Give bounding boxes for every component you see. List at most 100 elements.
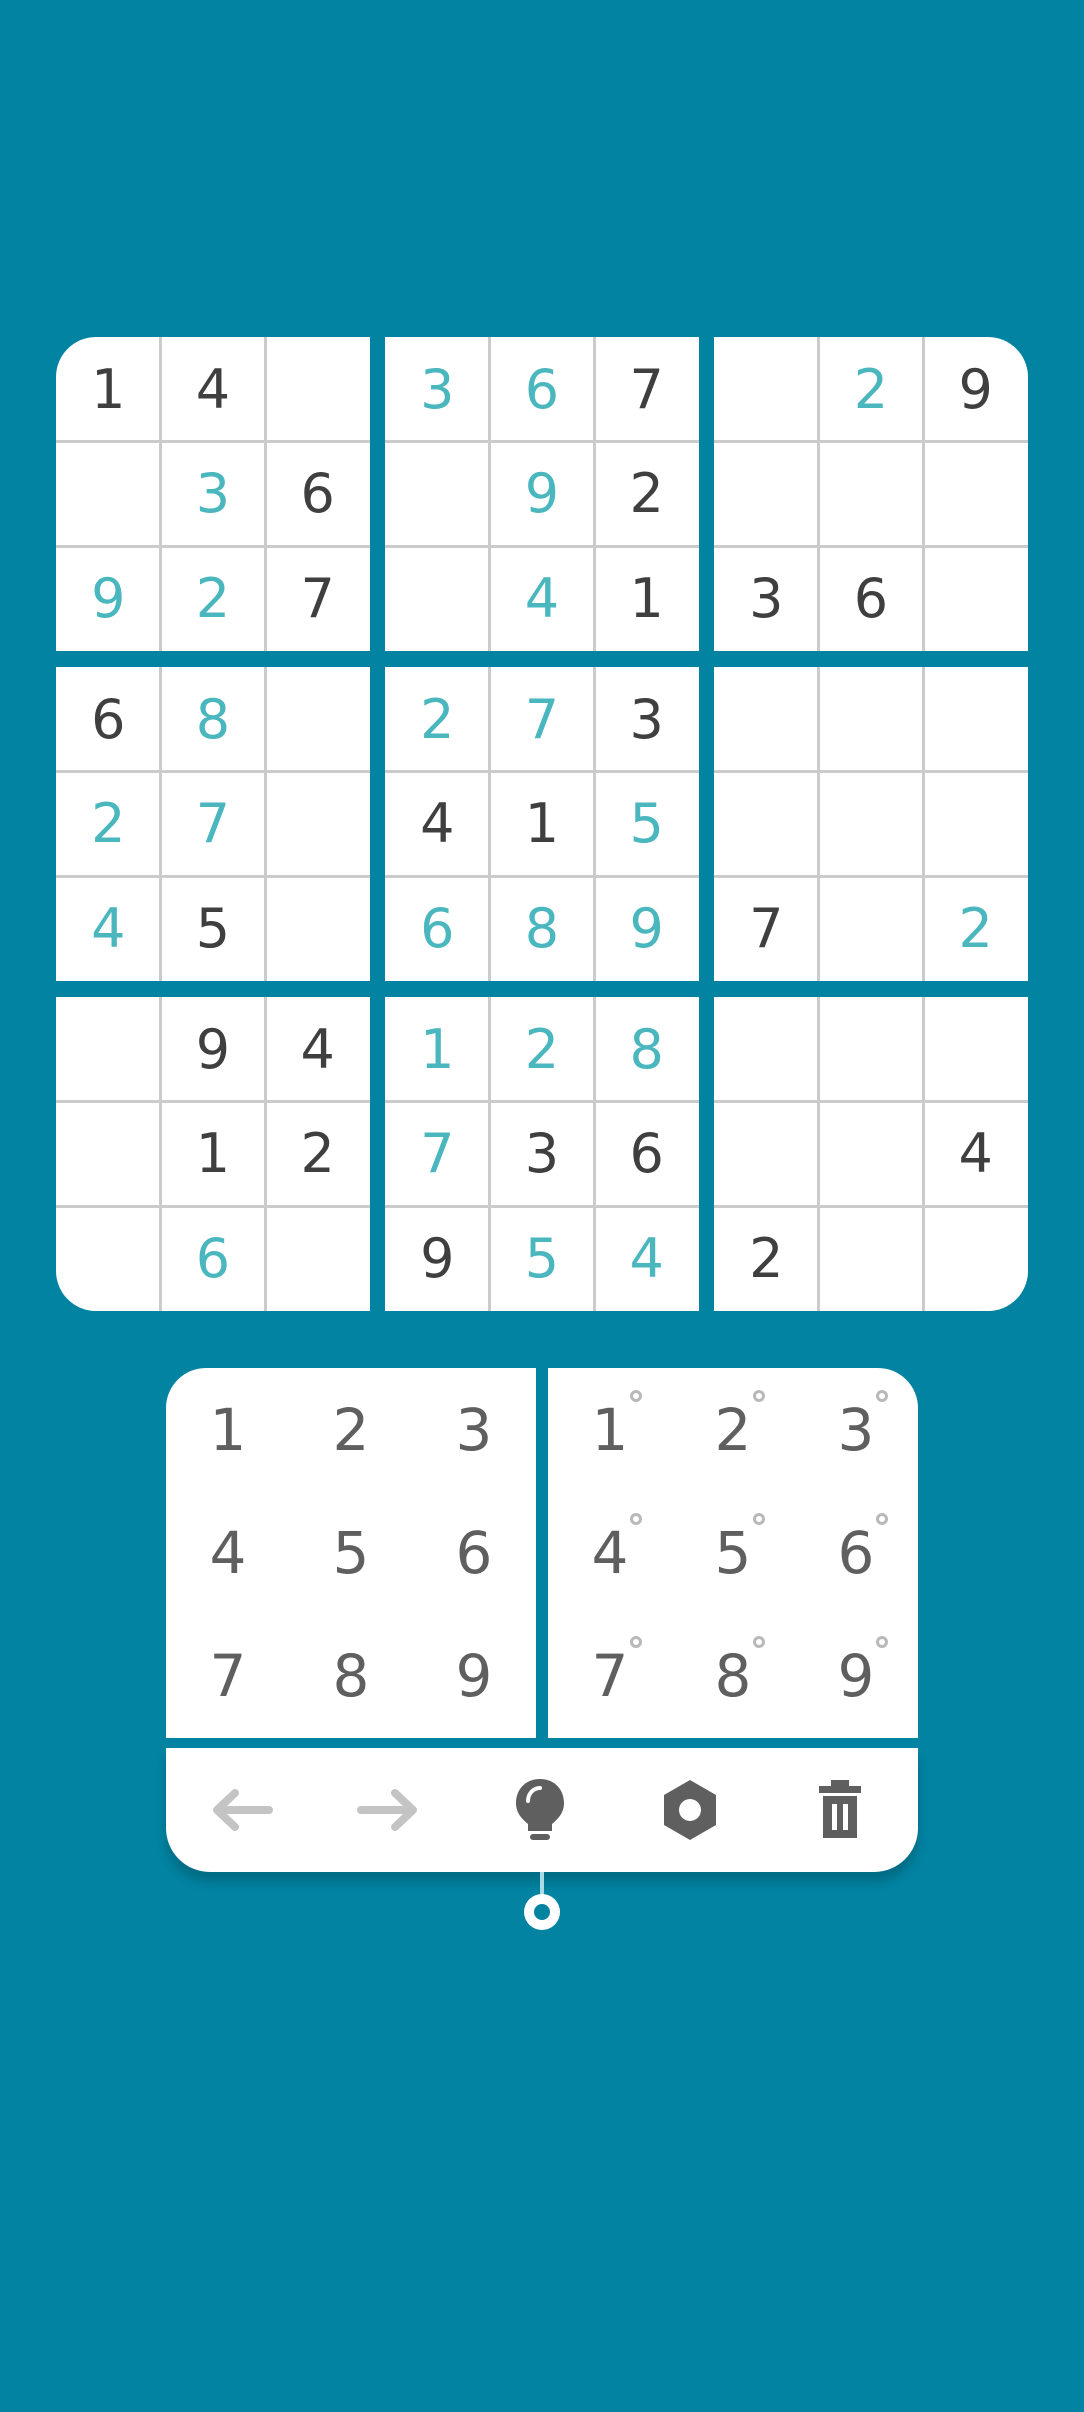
sudoku-cell[interactable] [265,667,370,772]
sudoku-cell[interactable]: 1 [56,337,161,442]
sudoku-cell[interactable] [923,667,1028,772]
delete-button[interactable] [798,1768,882,1852]
number-key[interactable]: 2 [289,1368,413,1492]
sudoku-cell[interactable] [385,442,490,547]
sudoku-cell[interactable]: 7 [594,337,699,442]
sudoku-cell[interactable] [265,876,370,981]
sudoku-cell[interactable]: 8 [161,667,266,772]
note-key[interactable]: 3 [794,1368,918,1492]
sudoku-cell[interactable]: 7 [265,546,370,651]
sudoku-cell[interactable] [819,1206,924,1311]
sudoku-cell[interactable]: 6 [490,337,595,442]
sudoku-cell[interactable]: 7 [161,772,266,877]
sudoku-cell[interactable]: 4 [385,772,490,877]
sudoku-cell[interactable]: 4 [56,876,161,981]
sudoku-cell[interactable]: 3 [490,1102,595,1207]
sudoku-cell[interactable]: 7 [714,876,819,981]
sudoku-cell[interactable]: 6 [819,546,924,651]
sudoku-cell[interactable]: 4 [161,337,266,442]
note-key[interactable]: 6 [794,1491,918,1615]
sudoku-cell[interactable] [923,546,1028,651]
sudoku-cell[interactable]: 2 [56,772,161,877]
number-key[interactable]: 1 [166,1368,290,1492]
hint-button[interactable] [498,1768,582,1852]
note-key[interactable]: 2 [671,1368,795,1492]
sudoku-cell[interactable] [923,442,1028,547]
sudoku-cell[interactable] [819,997,924,1102]
note-key[interactable]: 8 [671,1614,795,1738]
undo-button[interactable] [198,1768,282,1852]
sudoku-cell[interactable]: 1 [490,772,595,877]
sudoku-cell[interactable]: 3 [161,442,266,547]
sudoku-cell[interactable]: 9 [56,546,161,651]
settings-button[interactable] [648,1768,732,1852]
note-key[interactable]: 5 [671,1491,795,1615]
sudoku-cell[interactable]: 9 [161,997,266,1102]
sudoku-cell[interactable]: 6 [265,442,370,547]
number-key[interactable]: 7 [166,1614,290,1738]
sudoku-cell[interactable]: 7 [490,667,595,772]
sudoku-cell[interactable]: 2 [819,337,924,442]
number-key[interactable]: 6 [412,1491,536,1615]
sudoku-cell[interactable]: 3 [594,667,699,772]
sudoku-cell[interactable]: 6 [56,667,161,772]
sudoku-cell[interactable]: 9 [385,1206,490,1311]
sudoku-cell[interactable]: 3 [385,337,490,442]
sudoku-cell[interactable]: 8 [594,997,699,1102]
sudoku-cell[interactable] [56,1102,161,1207]
sudoku-cell[interactable] [819,1102,924,1207]
number-key[interactable]: 8 [289,1614,413,1738]
sudoku-cell[interactable] [56,442,161,547]
sudoku-cell[interactable]: 2 [594,442,699,547]
sudoku-cell[interactable]: 5 [490,1206,595,1311]
sudoku-cell[interactable]: 1 [385,997,490,1102]
sudoku-cell[interactable] [56,997,161,1102]
sudoku-cell[interactable]: 7 [385,1102,490,1207]
panel-drag-handle[interactable] [524,1894,560,1930]
sudoku-cell[interactable] [56,1206,161,1311]
sudoku-cell[interactable]: 2 [714,1206,819,1311]
note-key[interactable]: 9 [794,1614,918,1738]
sudoku-cell[interactable] [819,772,924,877]
sudoku-cell[interactable] [714,667,819,772]
sudoku-cell[interactable]: 9 [923,337,1028,442]
sudoku-cell[interactable]: 9 [490,442,595,547]
redo-button[interactable] [348,1768,432,1852]
sudoku-cell[interactable]: 6 [594,1102,699,1207]
sudoku-cell[interactable]: 1 [594,546,699,651]
sudoku-cell[interactable]: 4 [594,1206,699,1311]
sudoku-cell[interactable]: 2 [265,1102,370,1207]
sudoku-cell[interactable]: 2 [923,876,1028,981]
sudoku-cell[interactable]: 6 [385,876,490,981]
sudoku-cell[interactable] [923,1206,1028,1311]
sudoku-cell[interactable] [714,337,819,442]
sudoku-cell[interactable]: 5 [594,772,699,877]
sudoku-cell[interactable] [714,772,819,877]
sudoku-cell[interactable]: 9 [594,876,699,981]
sudoku-cell[interactable] [714,997,819,1102]
sudoku-cell[interactable]: 5 [161,876,266,981]
sudoku-cell[interactable] [923,772,1028,877]
sudoku-cell[interactable]: 4 [490,546,595,651]
sudoku-cell[interactable]: 2 [490,997,595,1102]
number-key[interactable]: 5 [289,1491,413,1615]
sudoku-cell[interactable]: 2 [161,546,266,651]
sudoku-cell[interactable] [714,1102,819,1207]
sudoku-cell[interactable]: 2 [385,667,490,772]
sudoku-cell[interactable]: 3 [714,546,819,651]
sudoku-cell[interactable]: 8 [490,876,595,981]
sudoku-cell[interactable]: 4 [923,1102,1028,1207]
sudoku-cell[interactable] [265,1206,370,1311]
number-key[interactable]: 3 [412,1368,536,1492]
sudoku-cell[interactable] [714,442,819,547]
sudoku-cell[interactable]: 6 [161,1206,266,1311]
sudoku-cell[interactable] [923,997,1028,1102]
sudoku-cell[interactable] [265,337,370,442]
sudoku-cell[interactable] [385,546,490,651]
sudoku-cell[interactable]: 1 [161,1102,266,1207]
note-key[interactable]: 1 [548,1368,672,1492]
sudoku-cell[interactable]: 4 [265,997,370,1102]
sudoku-cell[interactable] [819,876,924,981]
number-key[interactable]: 4 [166,1491,290,1615]
sudoku-cell[interactable] [819,442,924,547]
